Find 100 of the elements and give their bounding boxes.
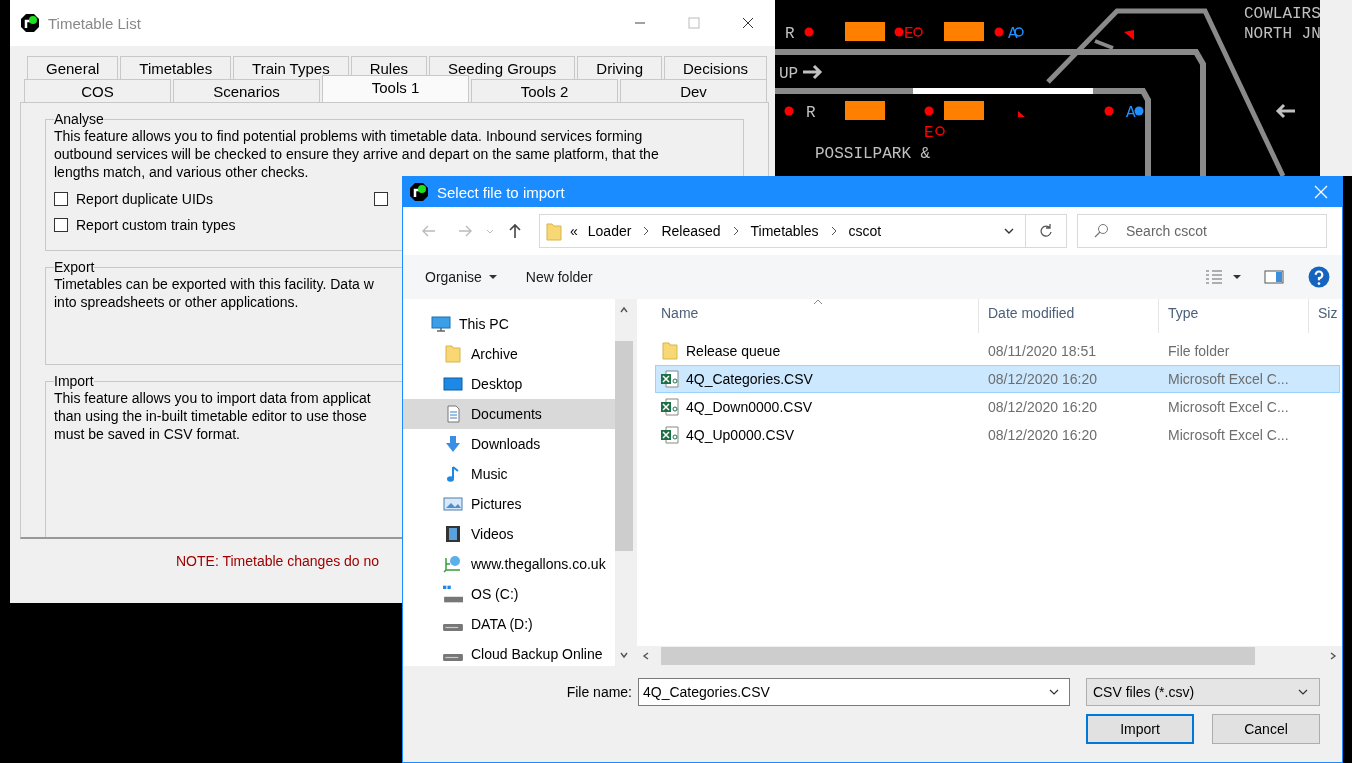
network-globe-icon	[443, 555, 463, 573]
drive-icon	[443, 585, 463, 603]
folder-icon	[660, 342, 680, 360]
scroll-left-icon[interactable]	[641, 651, 651, 661]
up-icon[interactable]	[507, 223, 523, 239]
nav-item[interactable]: Downloads	[403, 429, 615, 459]
nav-item[interactable]: Cloud Backup Online	[403, 639, 615, 669]
tab[interactable]: Scenarios	[173, 79, 320, 102]
desktop-icon	[443, 375, 463, 393]
track-label: R	[806, 104, 816, 122]
description-line: This feature allows you to find potential problems with timetable data. Inbound services forming	[54, 127, 643, 145]
track-label: A	[1008, 25, 1018, 43]
tab[interactable]: COS	[24, 79, 171, 102]
file-row[interactable]: 4Q_Down0000.CSV 08/12/2020 16:20 Microsoft Excel C...	[655, 393, 1340, 421]
vertical-scrollbar[interactable]	[615, 299, 633, 666]
checkbox[interactable]	[54, 192, 68, 206]
nav-item[interactable]: DATA (D:)	[403, 609, 615, 639]
folder-icon	[546, 221, 562, 241]
date-cell-text: 08/12/2020 16:20	[987, 399, 1098, 415]
help-icon[interactable]	[1308, 266, 1330, 288]
checkbox-label: Report custom train types	[76, 217, 236, 233]
search-field[interactable]: Search cscot	[1077, 214, 1327, 248]
download-arrow-icon	[443, 435, 463, 453]
nav-item[interactable]: www.thegallons.co.uk	[403, 549, 615, 579]
chevron-right-icon[interactable]	[732, 226, 739, 236]
breadcrumb-item[interactable]: Loader	[587, 223, 632, 239]
address-bar[interactable]: « Loader Released Timetables cscot	[539, 214, 1067, 248]
refresh-icon[interactable]	[1038, 223, 1054, 239]
file-row[interactable]: 4Q_Categories.CSV 08/12/2020 16:20 Microsoft Excel C...	[655, 365, 1340, 393]
tab[interactable]: Timetables	[120, 56, 232, 79]
organise-menu[interactable]: Organise	[417, 265, 506, 289]
description-line: into spreadsheets or other applications.	[54, 293, 299, 311]
track-label: UP	[779, 65, 799, 83]
drive-icon	[443, 653, 463, 661]
folder-icon	[443, 345, 463, 363]
nav-item[interactable]: Music	[403, 459, 615, 489]
app-icon	[409, 182, 429, 202]
checkbox[interactable]	[374, 192, 388, 206]
file-row[interactable]: 4Q_Up0000.CSV 08/12/2020 16:20 Microsoft Excel C...	[655, 421, 1340, 449]
description-line: lengths match, and various other checks.	[54, 163, 309, 181]
group-title: Analyse	[54, 111, 104, 127]
track-label: E	[924, 124, 934, 142]
scroll-right-icon[interactable]	[1328, 651, 1338, 661]
track-label: POSSILPARK &	[815, 145, 931, 163]
spreadsheet-icon	[660, 398, 680, 416]
tab[interactable]: Seeding Groups	[428, 56, 576, 79]
caret-icon[interactable]	[1232, 274, 1242, 280]
file-row[interactable]: Release queue 08/11/2020 18:51 File folder	[655, 337, 1340, 365]
description-line: outbound services will be checked to ensure they arrive and depart on the same platform, that the	[54, 145, 659, 163]
nav-item[interactable]: Videos	[403, 519, 615, 549]
file-name: 4Q_Categories.CSV	[686, 371, 813, 387]
file-name: 4Q_Down0000.CSV	[686, 399, 813, 415]
chevron-right-icon[interactable]	[643, 226, 650, 236]
scrollbar[interactable]	[1320, 0, 1352, 176]
scroll-up-icon[interactable]	[619, 305, 629, 315]
close-icon[interactable]	[1314, 185, 1328, 199]
cancel-button[interactable]: Cancel	[1212, 714, 1320, 744]
track-label: E	[904, 25, 914, 43]
tab[interactable]: Dev	[620, 79, 767, 102]
type-cell-text: Microsoft Excel C...	[1167, 399, 1290, 415]
tab[interactable]: Tools 2	[471, 79, 618, 102]
breadcrumb-item[interactable]: Timetables	[750, 223, 819, 239]
nav-item[interactable]: Archive	[403, 339, 615, 369]
nav-item[interactable]: This PC	[403, 309, 615, 339]
tab[interactable]: Decisions	[664, 56, 767, 79]
checkbox-label: Report duplicate UIDs	[76, 191, 213, 207]
file-type-dropdown[interactable]: CSV files (*.csv)	[1086, 678, 1320, 706]
type-cell-text: Microsoft Excel C...	[1167, 371, 1290, 387]
overflow-chevron[interactable]: «	[570, 223, 578, 239]
column-header[interactable]: Date modified	[979, 299, 1159, 333]
file-name-label: File name:	[566, 684, 632, 700]
track-label: R	[785, 25, 795, 43]
nav-item[interactable]: Pictures	[403, 489, 615, 519]
nav-item[interactable]: Desktop	[403, 369, 615, 399]
file-name: 4Q_Up0000.CSV	[686, 427, 795, 443]
column-header[interactable]: Type	[1159, 299, 1309, 333]
scroll-down-icon[interactable]	[619, 650, 629, 660]
horizontal-scrollbar[interactable]	[637, 646, 1342, 666]
import-button[interactable]: Import	[1086, 714, 1194, 744]
tab[interactable]: Driving	[577, 56, 662, 79]
chevron-right-icon[interactable]	[830, 226, 837, 236]
checkbox[interactable]	[54, 218, 68, 232]
file-name-field[interactable]: 4Q_Categories.CSV	[638, 678, 1070, 706]
search-icon	[1093, 223, 1109, 239]
column-header[interactable]: Siz	[1309, 299, 1342, 333]
nav-item[interactable]: Documents	[403, 399, 615, 429]
tab[interactable]: Tools 1	[322, 75, 469, 102]
track-label: A	[1126, 104, 1136, 122]
preview-pane-icon[interactable]	[1264, 269, 1284, 285]
tab[interactable]: General	[27, 56, 119, 79]
description-line: than using the in-built timetable editor to use those	[54, 407, 367, 425]
breadcrumb-item[interactable]: Released	[661, 223, 721, 239]
sort-caret-icon	[813, 299, 823, 305]
breadcrumb-item[interactable]: cscot	[848, 223, 882, 239]
window-title: Timetable List	[48, 14, 141, 32]
nav-item[interactable]: OS (C:)	[403, 579, 615, 609]
column-header[interactable]: Name	[637, 299, 979, 333]
new-folder-button[interactable]: New folder	[517, 265, 601, 289]
monitor-icon	[431, 315, 451, 333]
tab[interactable]: Train Types	[233, 56, 349, 79]
